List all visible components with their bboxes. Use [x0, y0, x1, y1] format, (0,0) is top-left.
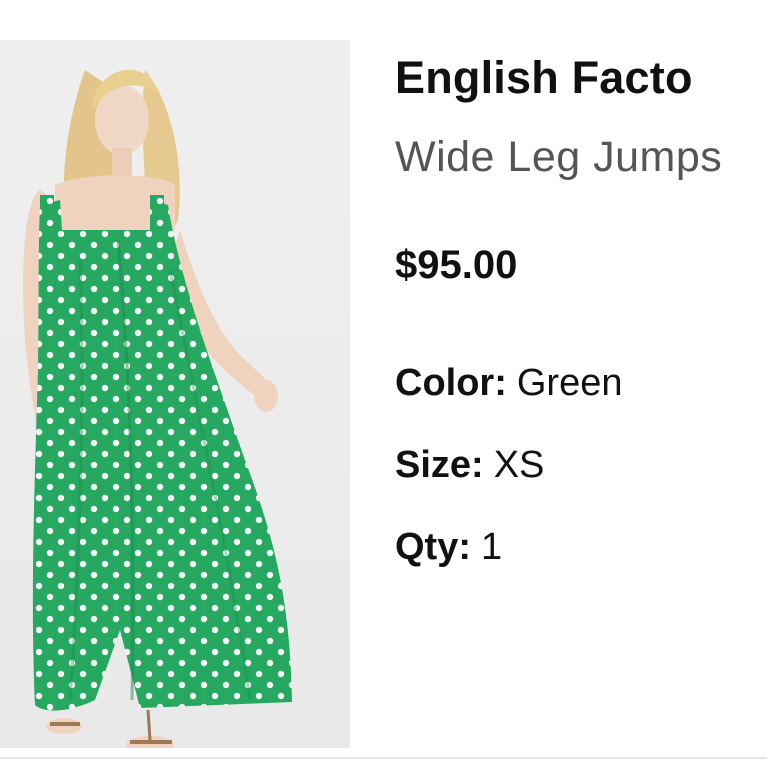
product-name[interactable]: Wide Leg Jumps: [395, 133, 722, 182]
top-whitespace: [0, 0, 767, 10]
color-value: Green: [516, 362, 623, 404]
bottom-divider: [0, 757, 767, 759]
qty-value: 1: [481, 526, 503, 568]
brand-name[interactable]: English Facto: [395, 52, 693, 104]
size-label: Size:: [395, 444, 484, 486]
product-image[interactable]: [0, 40, 350, 748]
qty-attribute: Qty: 1: [395, 526, 502, 569]
color-label: Color:: [395, 362, 507, 404]
jumpsuit-illustration: [0, 40, 350, 748]
size-value: XS: [493, 444, 545, 486]
size-attribute: Size: XS: [395, 444, 544, 487]
product-details: English Facto Wide Leg Jumps $95.00 Colo…: [395, 40, 767, 748]
qty-label: Qty:: [395, 526, 471, 568]
product-price: $95.00: [395, 243, 518, 287]
color-attribute: Color: Green: [395, 362, 623, 405]
